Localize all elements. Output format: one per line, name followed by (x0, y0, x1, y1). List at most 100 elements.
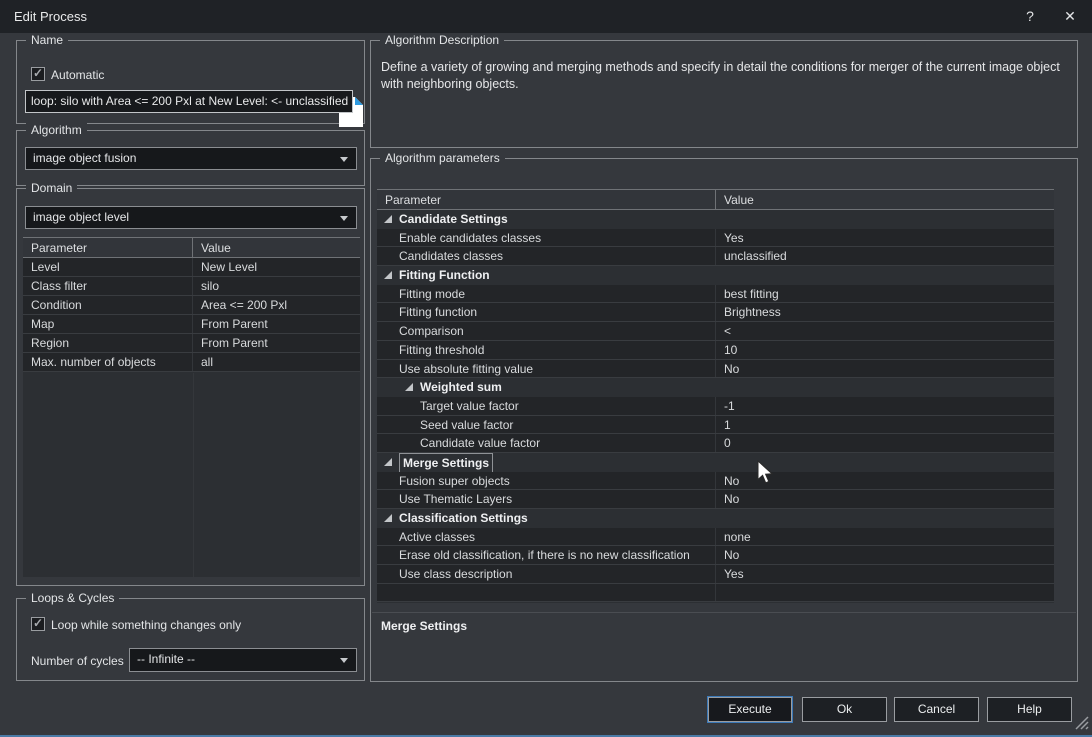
param-row[interactable]: Candidate value factor0 (377, 434, 1054, 453)
param-group-row[interactable]: Classification Settings (377, 509, 1054, 528)
loops-cycles-group-label: Loops & Cycles (26, 591, 119, 605)
param-name: Fusion super objects (377, 472, 716, 490)
param-value[interactable]: No (716, 546, 1054, 564)
domain-table-row[interactable]: ConditionArea <= 200 Pxl (23, 296, 360, 315)
domain-table-row[interactable]: Class filtersilo (23, 277, 360, 296)
param-value[interactable]: Yes (716, 229, 1054, 247)
param-value[interactable]: unclassified (716, 247, 1054, 265)
algorithm-parameters-group: Algorithm parameters Parameter Value Can… (370, 158, 1078, 682)
param-row[interactable]: Comparison< (377, 322, 1054, 341)
automatic-checkbox[interactable]: ✓ (31, 67, 45, 81)
domain-table-header[interactable]: Parameter Value (23, 237, 360, 258)
param-group-row[interactable]: Merge Settings (377, 453, 1054, 472)
domain-parameter-value[interactable]: From Parent (193, 315, 360, 333)
column-header-parameter[interactable]: Parameter (377, 190, 716, 209)
parameters-table-header[interactable]: Parameter Value (377, 189, 1054, 210)
param-value[interactable]: < (716, 322, 1054, 340)
column-header-parameter[interactable]: Parameter (23, 238, 193, 257)
close-icon[interactable]: ✕ (1058, 7, 1082, 27)
param-value[interactable] (716, 453, 1054, 472)
help-icon[interactable]: ? (1018, 7, 1042, 27)
param-row[interactable]: Fitting threshold10 (377, 341, 1054, 360)
tree-expanded-icon[interactable] (384, 215, 392, 223)
param-value[interactable]: best fitting (716, 285, 1054, 303)
param-row[interactable]: Target value factor-1 (377, 397, 1054, 416)
tree-expanded-icon[interactable] (384, 458, 392, 466)
param-value[interactable]: Yes (716, 565, 1054, 583)
param-value[interactable] (716, 509, 1054, 528)
algorithm-group: Algorithm image object fusion (16, 130, 365, 186)
algorithm-description-group: Algorithm Description Define a variety o… (370, 40, 1078, 148)
param-value[interactable]: No (716, 490, 1054, 508)
domain-table-body: LevelNew LevelClass filtersiloConditionA… (23, 258, 360, 372)
domain-dropdown-value: image object level (33, 210, 129, 224)
help-button[interactable]: Help (987, 697, 1072, 722)
param-value[interactable]: 1 (716, 416, 1054, 434)
param-row[interactable]: Fitting modebest fitting (377, 285, 1054, 304)
number-of-cycles-dropdown[interactable]: -- Infinite -- (129, 648, 357, 672)
tree-expanded-icon[interactable] (405, 383, 413, 391)
domain-table-row[interactable]: RegionFrom Parent (23, 334, 360, 353)
loop-while-changes-checkbox[interactable]: ✓ (31, 617, 45, 631)
param-name: Fitting mode (377, 285, 716, 303)
tree-expanded-icon[interactable] (384, 271, 392, 279)
domain-table-row[interactable]: LevelNew Level (23, 258, 360, 277)
param-name: Candidates classes (377, 247, 716, 265)
ok-button[interactable]: Ok (802, 697, 887, 722)
process-name-input[interactable]: loop: silo with Area <= 200 Pxl at New L… (25, 90, 353, 113)
selected-parameter-description: Merge Settings (381, 619, 467, 633)
param-name: Classification Settings (377, 509, 716, 528)
param-row[interactable]: Use class descriptionYes (377, 565, 1054, 584)
param-name: Fitting Function (377, 266, 716, 285)
algorithm-dropdown-value: image object fusion (33, 151, 136, 165)
column-header-value[interactable]: Value (193, 238, 360, 257)
param-row[interactable]: Use absolute fitting valueNo (377, 360, 1054, 379)
domain-parameter-value[interactable]: silo (193, 277, 360, 295)
domain-parameter-value[interactable]: New Level (193, 258, 360, 276)
param-row[interactable]: Use Thematic LayersNo (377, 490, 1054, 509)
param-row[interactable]: Fusion super objectsNo (377, 472, 1054, 491)
domain-parameter-value[interactable]: From Parent (193, 334, 360, 352)
param-value[interactable] (716, 378, 1054, 397)
param-row[interactable]: Fitting functionBrightness (377, 303, 1054, 322)
param-value[interactable] (716, 266, 1054, 285)
domain-table-row[interactable]: Max. number of objectsall (23, 353, 360, 372)
domain-dropdown[interactable]: image object level (25, 206, 357, 229)
param-value[interactable]: Brightness (716, 303, 1054, 321)
domain-table-row[interactable]: MapFrom Parent (23, 315, 360, 334)
param-value[interactable]: No (716, 360, 1054, 378)
param-value[interactable]: 10 (716, 341, 1054, 359)
param-row[interactable]: Candidates classesunclassified (377, 247, 1054, 266)
param-value[interactable]: 0 (716, 434, 1054, 452)
param-name: Seed value factor (377, 416, 716, 434)
param-row[interactable]: Erase old classification, if there is no… (377, 546, 1054, 565)
algorithm-dropdown[interactable]: image object fusion (25, 147, 357, 170)
domain-parameter-value[interactable]: Area <= 200 Pxl (193, 296, 360, 314)
param-value[interactable]: -1 (716, 397, 1054, 415)
resize-grip-icon[interactable] (1072, 713, 1090, 731)
param-row[interactable]: Seed value factor1 (377, 416, 1054, 435)
param-group-row[interactable]: Weighted sum (377, 378, 1054, 397)
loop-while-changes-label: Loop while something changes only (51, 618, 241, 632)
execute-button[interactable]: Execute (708, 697, 792, 722)
cancel-button[interactable]: Cancel (894, 697, 979, 722)
name-group-label: Name (26, 33, 68, 47)
edit-process-dialog: Edit Process ? ✕ Name ✓ Automatic loop: … (0, 0, 1092, 737)
param-group-row[interactable]: Fitting Function (377, 266, 1054, 285)
domain-parameter-name: Class filter (23, 277, 193, 295)
param-group-label: Merge Settings (399, 453, 493, 472)
domain-parameter-value[interactable]: all (193, 353, 360, 371)
column-header-value[interactable]: Value (716, 190, 1054, 209)
param-row[interactable]: Active classesnone (377, 528, 1054, 547)
param-row[interactable] (377, 584, 1054, 603)
param-value[interactable] (716, 584, 1054, 602)
algorithm-parameters-table: Parameter Value Candidate SettingsEnable… (377, 189, 1054, 603)
tree-expanded-icon[interactable] (384, 514, 392, 522)
param-value[interactable]: No (716, 472, 1054, 490)
param-name: Use Thematic Layers (377, 490, 716, 508)
param-value[interactable]: none (716, 528, 1054, 546)
param-group-row[interactable]: Candidate Settings (377, 210, 1054, 229)
param-row[interactable]: Enable candidates classesYes (377, 229, 1054, 248)
param-value[interactable] (716, 210, 1054, 229)
title-bar[interactable]: Edit Process ? ✕ (0, 0, 1092, 33)
